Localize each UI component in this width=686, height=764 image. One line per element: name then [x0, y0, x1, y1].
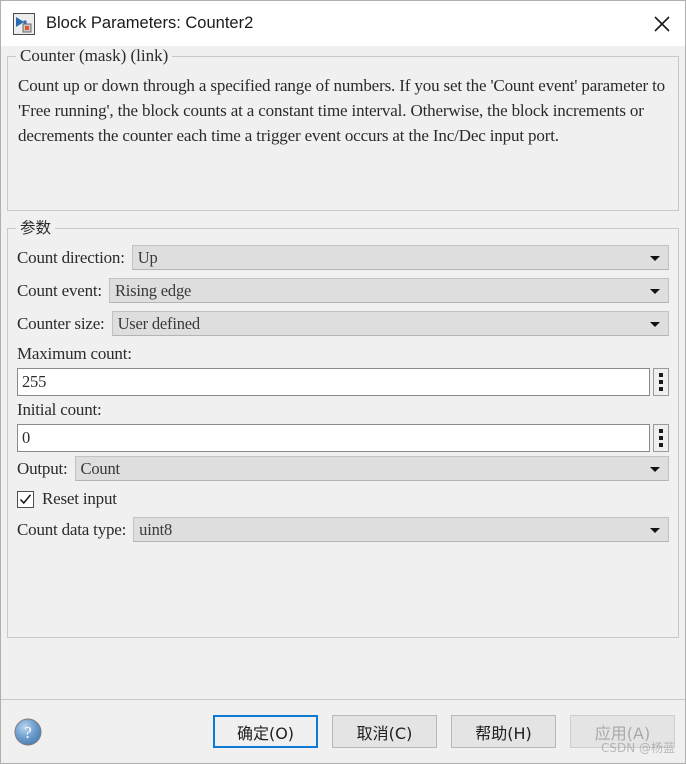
maximum-count-value: 255	[22, 372, 47, 391]
window-title: Block Parameters: Counter2	[46, 14, 254, 32]
maximum-count-more-icon[interactable]	[653, 368, 669, 396]
count-data-type-row: Count data type: uint8	[17, 517, 669, 542]
dot	[659, 373, 663, 377]
counter-size-value: User defined	[117, 313, 200, 333]
block-parameters-dialog: Block Parameters: Counter2 Counter (mask…	[0, 0, 686, 764]
count-event-label: Count event:	[17, 280, 102, 300]
count-event-value: Rising edge	[114, 280, 192, 300]
parameters-group-legend: 参数	[16, 218, 56, 238]
help-question-icon[interactable]: ?	[13, 717, 43, 747]
chevron-down-icon	[650, 255, 660, 261]
count-direction-value: Up	[137, 247, 158, 267]
reset-input-checkbox[interactable]	[17, 490, 34, 508]
block-description-text: Count up or down through a specified ran…	[18, 76, 665, 145]
count-data-type-dropdown[interactable]: uint8	[133, 517, 669, 542]
help-button[interactable]: 帮助(H)	[451, 715, 556, 748]
counter-size-dropdown[interactable]: User defined	[111, 311, 669, 336]
dialog-body: Counter (mask) (link) Count up or down t…	[1, 46, 685, 699]
cancel-button[interactable]: 取消(C)	[332, 715, 437, 748]
svg-text:?: ?	[24, 723, 32, 742]
initial-count-more-icon[interactable]	[653, 424, 669, 452]
maximum-count-row: 255	[17, 368, 669, 396]
count-direction-label: Count direction:	[17, 247, 125, 267]
dialog-footer: ? 确定(O) 取消(C) 帮助(H) 应用(A) CSDN @杨蓝	[1, 699, 685, 763]
chevron-down-icon	[650, 527, 660, 533]
output-value: Count	[80, 458, 120, 478]
counter-size-label: Counter size:	[17, 313, 105, 333]
apply-button: 应用(A)	[570, 715, 675, 748]
description-group-legend: Counter (mask) (link)	[16, 46, 173, 66]
initial-count-value: 0	[22, 428, 31, 447]
chevron-down-icon	[650, 321, 660, 327]
description-groupbox: Counter (mask) (link) Count up or down t…	[7, 46, 679, 211]
count-data-type-value: uint8	[139, 519, 173, 539]
initial-count-row: 0	[17, 424, 669, 452]
dot	[659, 380, 663, 384]
parameters-content: Count direction: Up Count event: Rising …	[8, 229, 678, 542]
dot	[659, 429, 663, 433]
count-event-row: Count event: Rising edge	[17, 278, 669, 303]
dot	[659, 443, 663, 447]
reset-input-row[interactable]: Reset input	[17, 489, 669, 509]
simulink-block-icon	[13, 12, 35, 35]
reset-input-label: Reset input	[42, 489, 117, 508]
chevron-down-icon	[650, 466, 660, 472]
initial-count-label: Initial count:	[17, 400, 102, 419]
output-dropdown[interactable]: Count	[74, 456, 669, 481]
chevron-down-icon	[650, 288, 660, 294]
maximum-count-input[interactable]: 255	[17, 368, 650, 396]
dot	[659, 436, 663, 440]
dot	[659, 387, 663, 391]
count-direction-dropdown[interactable]: Up	[131, 245, 669, 270]
output-label: Output:	[17, 458, 68, 478]
parameters-groupbox: 参数 Count direction: Up Count event: Risi…	[7, 218, 679, 638]
output-row: Output: Count	[17, 456, 669, 481]
initial-count-input[interactable]: 0	[17, 424, 650, 452]
ok-button[interactable]: 确定(O)	[213, 715, 318, 748]
count-event-dropdown[interactable]: Rising edge	[108, 278, 669, 303]
counter-size-row: Counter size: User defined	[17, 311, 669, 336]
maximum-count-label: Maximum count:	[17, 344, 132, 363]
title-bar: Block Parameters: Counter2	[1, 1, 685, 46]
count-data-type-label: Count data type:	[17, 519, 127, 539]
close-icon[interactable]	[639, 1, 685, 46]
count-direction-row: Count direction: Up	[17, 245, 669, 270]
